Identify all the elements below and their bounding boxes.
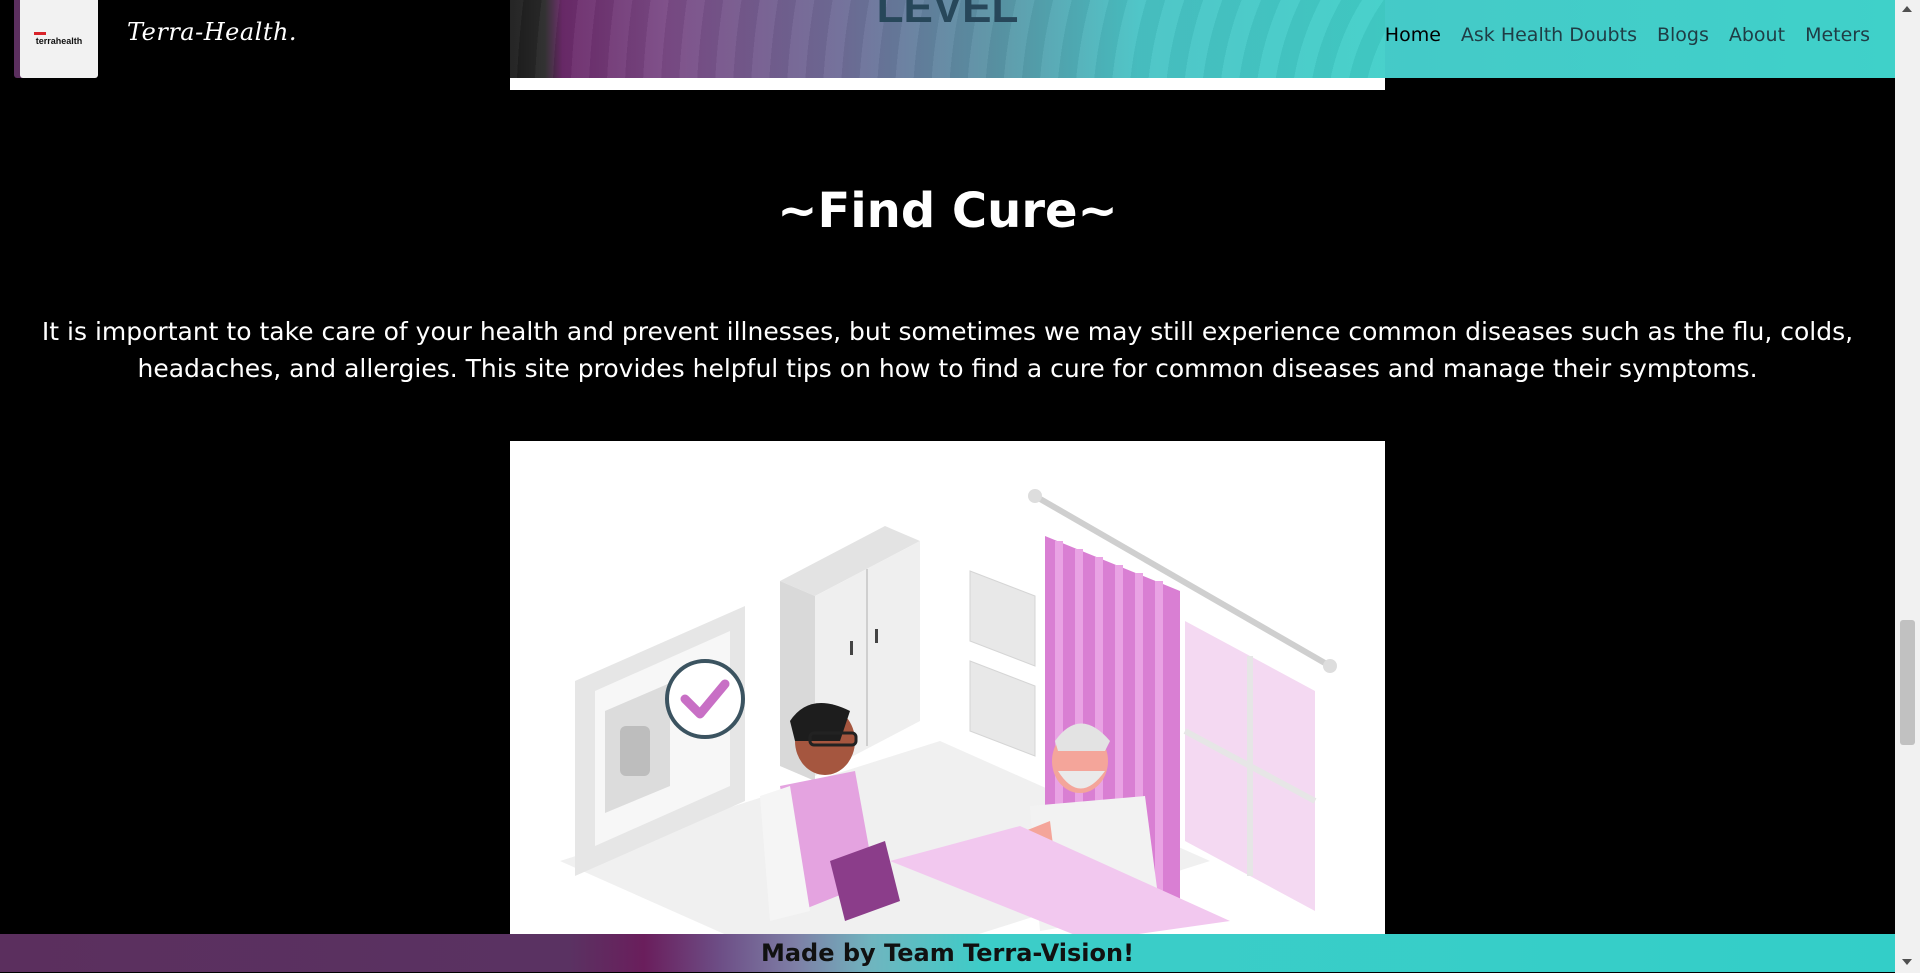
footer-text: Made by Team Terra-Vision! xyxy=(760,939,1135,967)
previous-section-banner: LEVEL xyxy=(510,0,1385,90)
doctor-patient-illustration xyxy=(510,441,1385,941)
logo[interactable]: terrahealth xyxy=(20,0,98,78)
section-description: It is important to take care of your hea… xyxy=(41,317,1854,383)
nav-blogs[interactable]: Blogs xyxy=(1657,24,1709,46)
page-scrollbar[interactable] xyxy=(1895,0,1920,973)
nav-meters[interactable]: Meters xyxy=(1805,24,1870,46)
navbar: terrahealth Terra-Health. LEVEL Home Ask… xyxy=(0,0,1895,90)
scroll-up-icon[interactable] xyxy=(1902,6,1912,12)
logo-text: terrahealth xyxy=(35,36,83,46)
nav-home[interactable]: Home xyxy=(1385,24,1441,46)
nav-ask-health-doubts[interactable]: Ask Health Doubts xyxy=(1461,24,1637,46)
nav-menu: Home Ask Health Doubts Blogs About Meter… xyxy=(1385,24,1870,46)
brand-name[interactable]: Terra-Health. xyxy=(127,18,297,46)
scroll-down-icon[interactable] xyxy=(1902,959,1912,965)
section-title: ~Find Cure~ xyxy=(777,183,1118,239)
scrollbar-thumb[interactable] xyxy=(1900,620,1915,745)
nav-about[interactable]: About xyxy=(1729,24,1785,46)
logo-mark xyxy=(34,32,46,35)
footer: Made by Team Terra-Vision! xyxy=(0,934,1895,972)
illustration-svg xyxy=(560,489,1337,941)
banner-text: LEVEL xyxy=(876,0,1019,32)
